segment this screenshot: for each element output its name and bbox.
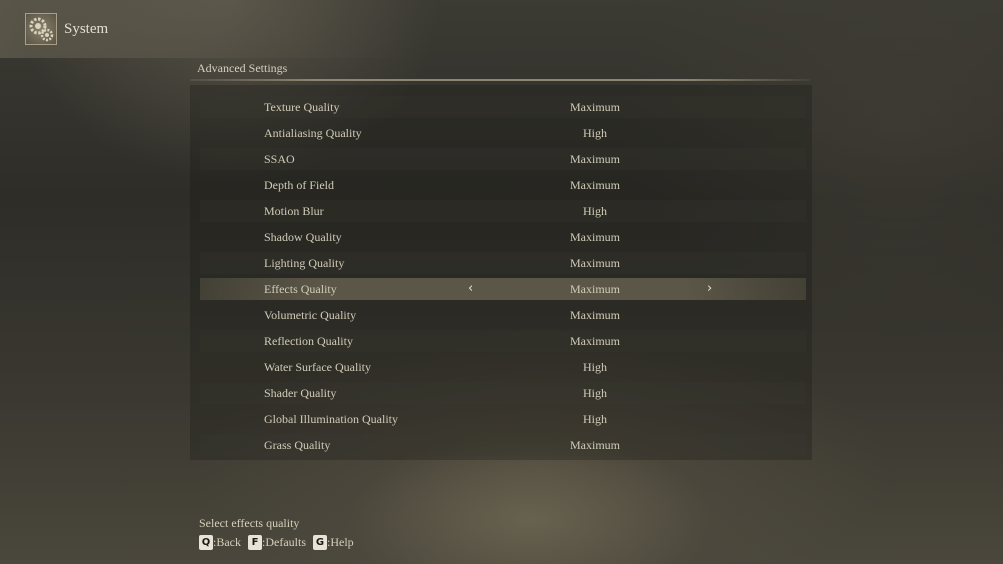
help-label: :Help [327, 534, 354, 549]
setting-label: Grass Quality [264, 438, 331, 452]
chevron-right-icon[interactable]: › [707, 281, 712, 296]
gears-icon [25, 13, 57, 45]
setting-label: Water Surface Quality [264, 360, 371, 374]
setting-label: Antialiasing Quality [264, 126, 362, 140]
back-label: :Back [213, 534, 241, 549]
setting-value: Maximum [570, 178, 620, 192]
setting-row-motion-blur[interactable]: Motion Blur High [200, 200, 806, 222]
setting-label: Lighting Quality [264, 256, 345, 270]
back-hint[interactable]: Q:Back [199, 534, 243, 550]
setting-row-grass-quality[interactable]: Grass Quality Maximum [200, 434, 806, 456]
setting-value: Maximum [570, 152, 620, 166]
defaults-label: :Defaults [262, 534, 306, 549]
system-header: System [0, 0, 420, 58]
setting-value: High [583, 360, 607, 374]
setting-value: Maximum [570, 282, 620, 296]
setting-label: Effects Quality [264, 282, 337, 296]
setting-value: High [583, 386, 607, 400]
setting-label: Shader Quality [264, 386, 337, 400]
setting-row-shader-quality[interactable]: Shader Quality High [200, 382, 806, 404]
key-f-icon: F [248, 534, 262, 550]
setting-value: High [583, 412, 607, 426]
setting-value: Maximum [570, 230, 620, 244]
setting-value: High [583, 126, 607, 140]
setting-row-volumetric-quality[interactable]: Volumetric Quality Maximum [200, 304, 806, 326]
setting-row-shadow-quality[interactable]: Shadow Quality Maximum [200, 226, 806, 248]
setting-value: Maximum [570, 334, 620, 348]
setting-row-reflection-quality[interactable]: Reflection Quality Maximum [200, 330, 806, 352]
key-g-icon: G [313, 534, 327, 550]
page-title: System [64, 21, 109, 37]
setting-row-antialiasing-quality[interactable]: Antialiasing Quality High [200, 122, 806, 144]
setting-row-ssao[interactable]: SSAO Maximum [200, 148, 806, 170]
setting-value: Maximum [570, 308, 620, 322]
help-hint[interactable]: G:Help [313, 534, 356, 550]
section-divider [190, 79, 810, 81]
chevron-left-icon[interactable]: ‹ [468, 281, 473, 296]
setting-label: Global Illumination Quality [264, 412, 398, 426]
key-hints: Q:Back F:Defaults G:Help [199, 534, 358, 552]
setting-label: Reflection Quality [264, 334, 353, 348]
section-title: Advanced Settings [197, 61, 288, 75]
setting-label: Texture Quality [264, 100, 340, 114]
setting-value: Maximum [570, 438, 620, 452]
setting-row-texture-quality[interactable]: Texture Quality Maximum [200, 96, 806, 118]
setting-row-depth-of-field[interactable]: Depth of Field Maximum [200, 174, 806, 196]
defaults-hint[interactable]: F:Defaults [248, 534, 308, 550]
setting-label: SSAO [264, 152, 295, 166]
setting-row-water-surface-quality[interactable]: Water Surface Quality High [200, 356, 806, 378]
setting-row-global-illumination-quality[interactable]: Global Illumination Quality High [200, 408, 806, 430]
help-text: Select effects quality [199, 516, 300, 530]
setting-label: Shadow Quality [264, 230, 342, 244]
setting-row-effects-quality[interactable]: Effects Quality ‹ Maximum › [200, 278, 806, 300]
key-q-icon: Q [199, 534, 213, 550]
setting-label: Motion Blur [264, 204, 324, 218]
setting-row-lighting-quality[interactable]: Lighting Quality Maximum [200, 252, 806, 274]
setting-label: Depth of Field [264, 178, 334, 192]
setting-label: Volumetric Quality [264, 308, 357, 322]
setting-value: Maximum [570, 100, 620, 114]
setting-value: Maximum [570, 256, 620, 270]
setting-value: High [583, 204, 607, 218]
